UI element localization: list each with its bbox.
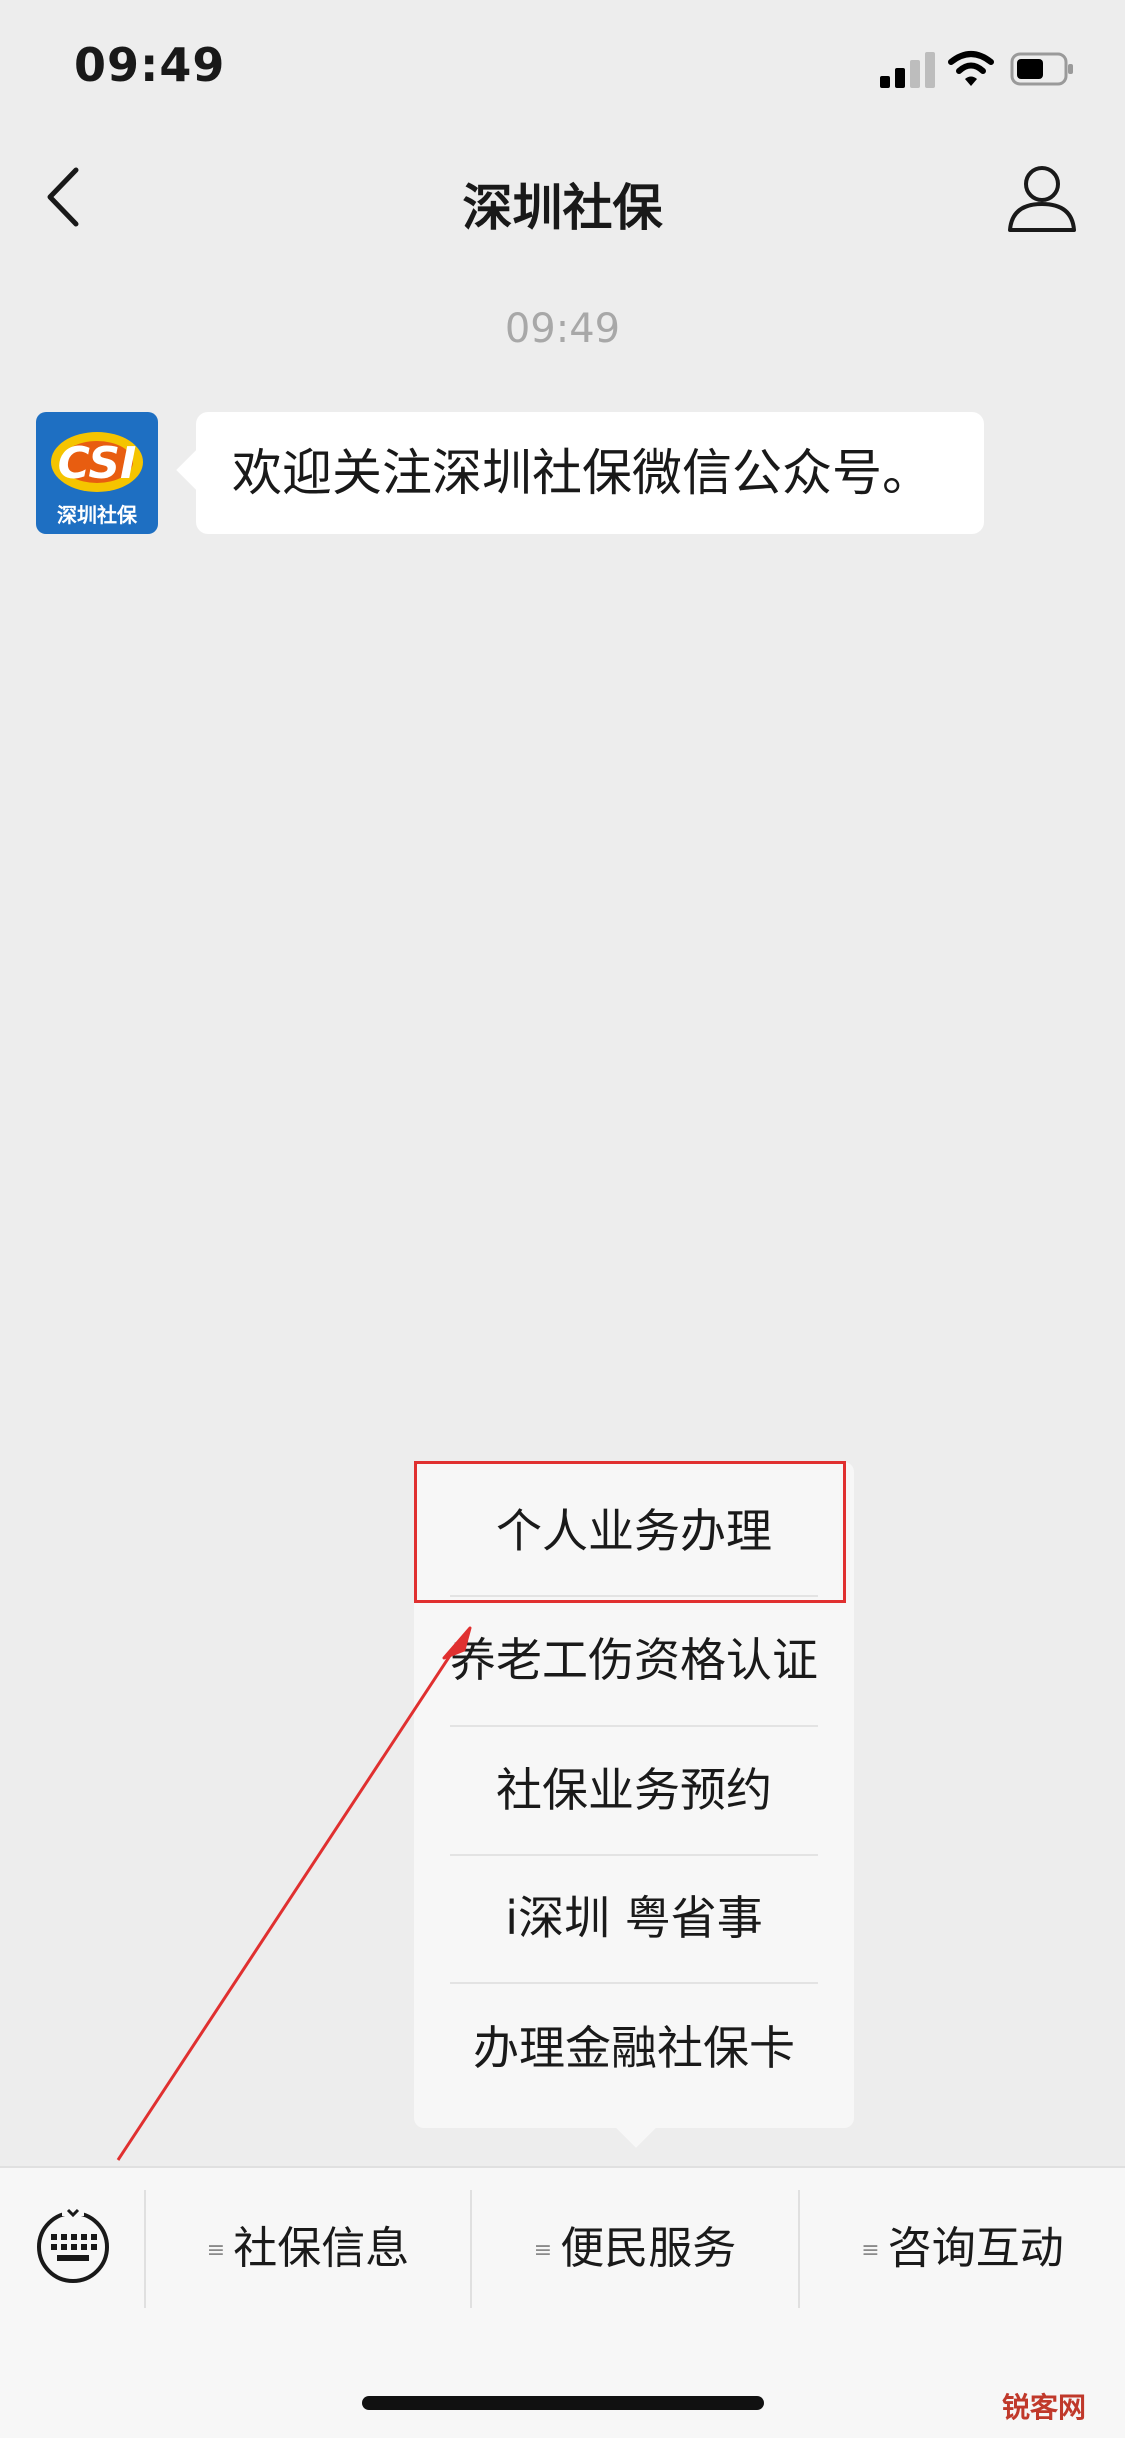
page-title: 深圳社保 <box>462 179 663 237</box>
shenzhen-social-security-logo-icon: CSI 深圳社保 <box>51 432 143 527</box>
account-avatar[interactable]: CSI 深圳社保 <box>36 412 158 534</box>
menu-item-pension-certification[interactable]: 养老工伤资格认证 <box>414 1596 854 1724</box>
menu-lines-icon: ≡ <box>861 2238 880 2263</box>
avatar-caption: 深圳社保 <box>57 503 138 527</box>
tab-consultation[interactable]: ≡ 咨询互动 <box>800 2190 1125 2308</box>
menu-lines-icon: ≡ <box>206 2238 226 2263</box>
submenu-popup: 个人业务办理 养老工伤资格认证 社保业务预约 i深圳 粤省事 办理金融社保卡 <box>414 1462 854 2128</box>
signal-icon <box>880 52 936 88</box>
battery-icon <box>1010 52 1073 86</box>
tab-label: 社保信息 <box>233 2223 410 2274</box>
menu-item-financial-card[interactable]: 办理金融社保卡 <box>414 1984 854 2112</box>
menu-item-personal-business[interactable]: 个人业务办理 <box>414 1467 854 1595</box>
nav-bar: 深圳社保 <box>0 132 1125 264</box>
logo-text: CSI <box>58 438 137 489</box>
message-bubble[interactable]: 欢迎关注深圳社保微信公众号。 <box>196 412 984 534</box>
tab-label: 咨询互动 <box>887 2223 1064 2274</box>
keyboard-icon[interactable] <box>32 2206 114 2288</box>
watermark: 锐客网 <box>1002 2391 1087 2424</box>
tab-label: 便民服务 <box>560 2223 737 2274</box>
tab-convenience-services[interactable]: ≡ 便民服务 <box>472 2190 798 2308</box>
menu-item-ishenzhen[interactable]: i深圳 粤省事 <box>414 1854 854 1982</box>
tab-social-security-info[interactable]: ≡ 社保信息 <box>146 2190 470 2308</box>
menu-lines-icon: ≡ <box>533 2238 553 2263</box>
menu-item-appointment[interactable]: 社保业务预约 <box>414 1726 854 1854</box>
home-indicator[interactable] <box>362 2396 764 2410</box>
message-text: 欢迎关注深圳社保微信公众号。 <box>232 444 932 502</box>
status-time: 09:49 <box>74 38 226 92</box>
profile-icon[interactable] <box>1004 160 1080 236</box>
wifi-icon <box>948 51 994 86</box>
chat-timestamp: 09:49 <box>504 306 621 352</box>
status-bar: 09:49 <box>0 0 1125 132</box>
